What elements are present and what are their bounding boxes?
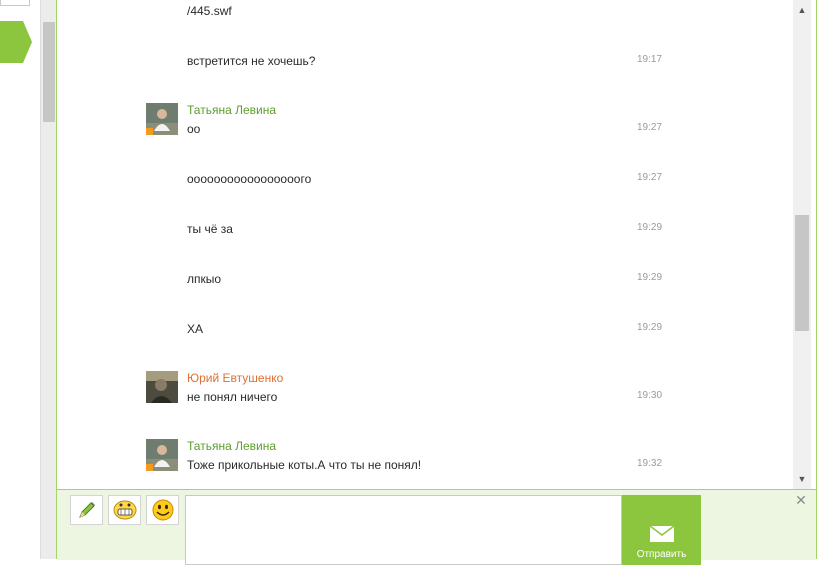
- stickers-button[interactable]: [108, 495, 141, 525]
- left-search-box[interactable]: [0, 0, 30, 6]
- message-time: 19:32: [637, 458, 663, 469]
- message-scrollbar[interactable]: ▲ ▼: [793, 0, 811, 489]
- avatar[interactable]: [146, 103, 178, 135]
- message-text: ХА: [187, 322, 204, 336]
- compose-bar: Отправить ✕: [57, 489, 816, 565]
- message-text: ты чё за: [187, 222, 233, 236]
- message-author[interactable]: Татьяна Левина: [187, 103, 276, 117]
- message-author[interactable]: Татьяна Левина: [187, 439, 276, 453]
- message-text: ооооооооооооооооого: [187, 172, 312, 186]
- message-text: оо: [187, 122, 201, 136]
- message-scrollbar-thumb[interactable]: [795, 215, 809, 331]
- grin-smiley-icon: [113, 500, 136, 520]
- online-status-badge: [146, 464, 153, 471]
- message-time: 19:30: [637, 390, 663, 401]
- message-time: 19:29: [637, 222, 663, 233]
- message-input[interactable]: [185, 495, 622, 565]
- message-author[interactable]: Юрий Евтушенко: [187, 371, 283, 385]
- message-time: 19:27: [637, 172, 663, 183]
- page-scrollbar-thumb[interactable]: [43, 22, 55, 122]
- page-scrollbar[interactable]: [40, 0, 57, 559]
- send-button-label: Отправить: [636, 549, 687, 560]
- scroll-up-arrow-icon[interactable]: ▲: [793, 2, 811, 18]
- left-nav-tab[interactable]: [0, 21, 32, 63]
- chat-window: /445.swf встретится не хочешь? 19:17 Тат…: [56, 0, 817, 565]
- message-time: 19:17: [637, 54, 663, 65]
- message-time: 19:27: [637, 122, 663, 133]
- message-text: не понял ничего: [187, 390, 278, 404]
- draw-button[interactable]: [70, 495, 103, 525]
- send-button[interactable]: Отправить: [622, 495, 701, 565]
- pencil-icon: [78, 502, 95, 518]
- message-text: лпкыо: [187, 272, 222, 286]
- user-photo-icon: [146, 371, 178, 403]
- close-icon[interactable]: ✕: [794, 493, 808, 507]
- emoticons-button[interactable]: [146, 495, 179, 525]
- avatar[interactable]: [146, 371, 178, 403]
- message-text: встретится не хочешь?: [187, 54, 316, 68]
- smiley-icon: [152, 499, 173, 521]
- message-text: /445.swf: [187, 4, 232, 18]
- message-list: /445.swf встретится не хочешь? 19:17 Тат…: [57, 0, 793, 489]
- online-status-badge: [146, 128, 153, 135]
- scroll-down-arrow-icon[interactable]: ▼: [793, 471, 811, 487]
- envelope-icon: [649, 525, 675, 542]
- avatar[interactable]: [146, 439, 178, 471]
- message-text: Тоже прикольные коты.А что ты не понял!: [187, 458, 422, 472]
- message-time: 19:29: [637, 322, 663, 333]
- message-time: 19:29: [637, 272, 663, 283]
- left-page-strip: [0, 0, 40, 559]
